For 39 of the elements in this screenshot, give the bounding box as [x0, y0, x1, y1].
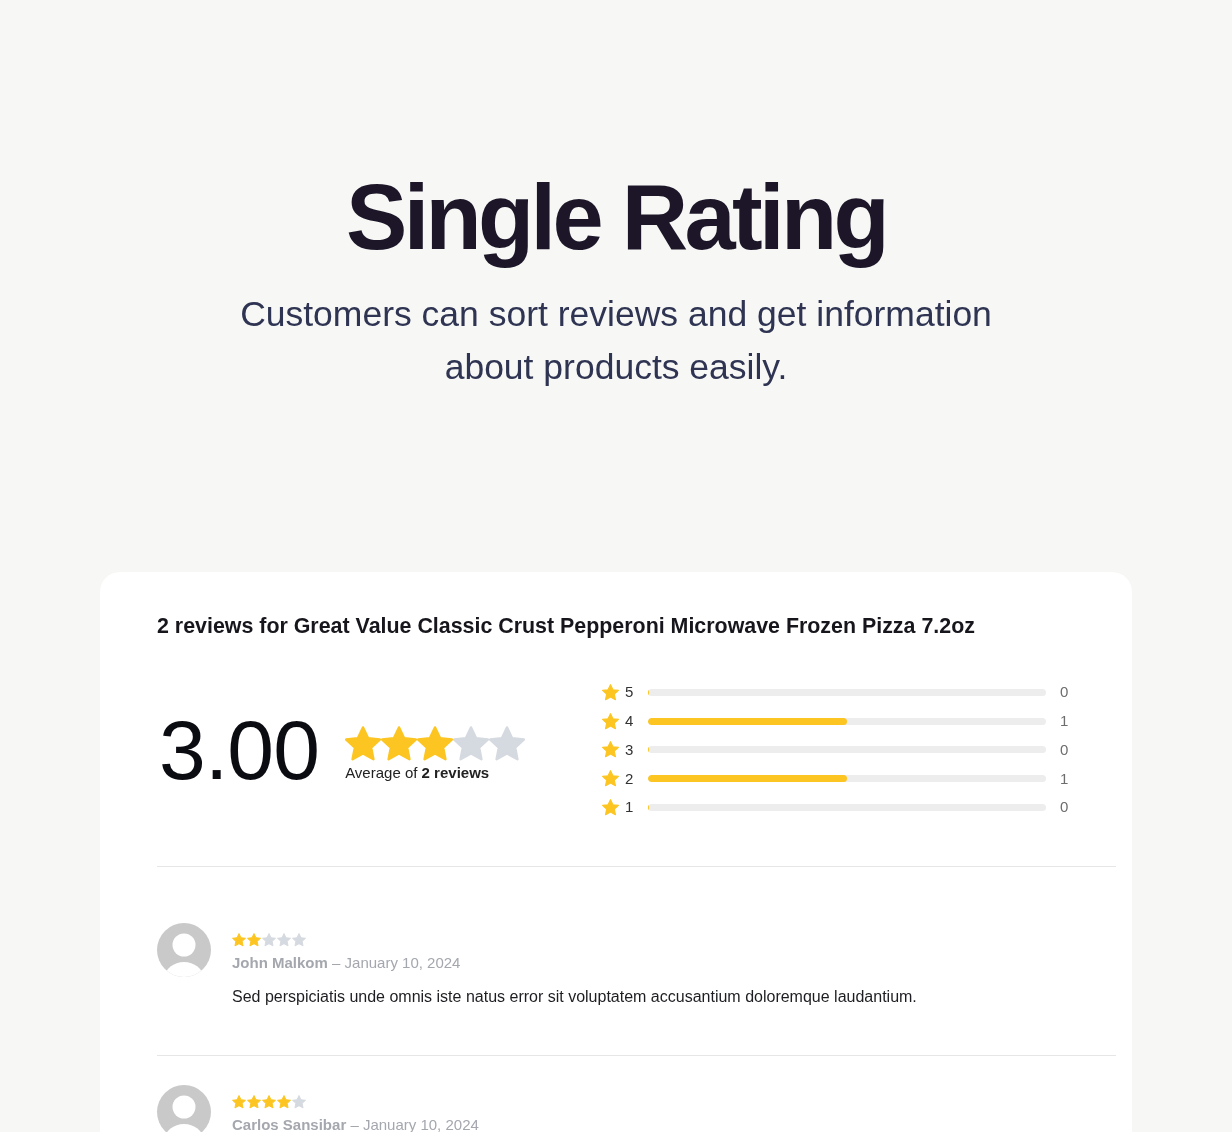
avatar-silhouette-icon — [157, 922, 211, 977]
review-text: Sed perspiciatis unde omnis iste natus error sit voluptatem accusantium doloremque laudantium. — [232, 986, 917, 1007]
star-level-label: 1 — [625, 798, 635, 817]
star-icon — [602, 712, 619, 730]
star-level-label: 4 — [625, 712, 635, 731]
star-icon — [232, 932, 246, 947]
star-icon — [602, 770, 619, 788]
page-title: Single Rating — [346, 165, 886, 270]
review-byline: John Malkom – January 10, 2024 — [232, 952, 462, 973]
average-rating: 3.00 — [159, 704, 320, 795]
star-icon — [602, 741, 619, 759]
review-count: 1 — [1060, 769, 1069, 788]
star-icon — [381, 725, 418, 762]
star-icon — [277, 932, 291, 947]
star-icon — [232, 1094, 246, 1109]
star-icon — [345, 725, 382, 762]
review-count: 0 — [1060, 798, 1069, 817]
star-icon — [602, 798, 619, 816]
average-caption: Average of 2 reviews — [345, 763, 491, 782]
star-icon — [262, 1094, 276, 1109]
star-icon — [262, 932, 276, 947]
star-icon — [292, 932, 306, 947]
star-icon — [602, 683, 619, 701]
star-level-label: 5 — [625, 683, 635, 702]
review-count: 0 — [1060, 683, 1069, 702]
star-icon — [292, 1094, 306, 1109]
page-subtitle: Customers can sort reviews and get information about products easily. — [239, 293, 993, 389]
star-icon — [417, 725, 454, 762]
star-icon — [247, 1094, 261, 1109]
star-level-label: 2 — [625, 769, 635, 788]
star-icon — [489, 725, 526, 762]
star-icon — [247, 932, 261, 947]
star-icon — [277, 1094, 291, 1109]
review-byline: Carlos Sansibar – January 10, 2024 — [232, 1114, 479, 1132]
reviews-heading: 2 reviews for Great Value Classic Crust Pepperoni Microwave Frozen Pizza 7.2oz — [157, 613, 976, 640]
star-icon — [453, 725, 490, 762]
review-count: 1 — [1060, 712, 1069, 731]
review-count: 0 — [1060, 740, 1069, 759]
star-level-label: 3 — [625, 740, 635, 759]
